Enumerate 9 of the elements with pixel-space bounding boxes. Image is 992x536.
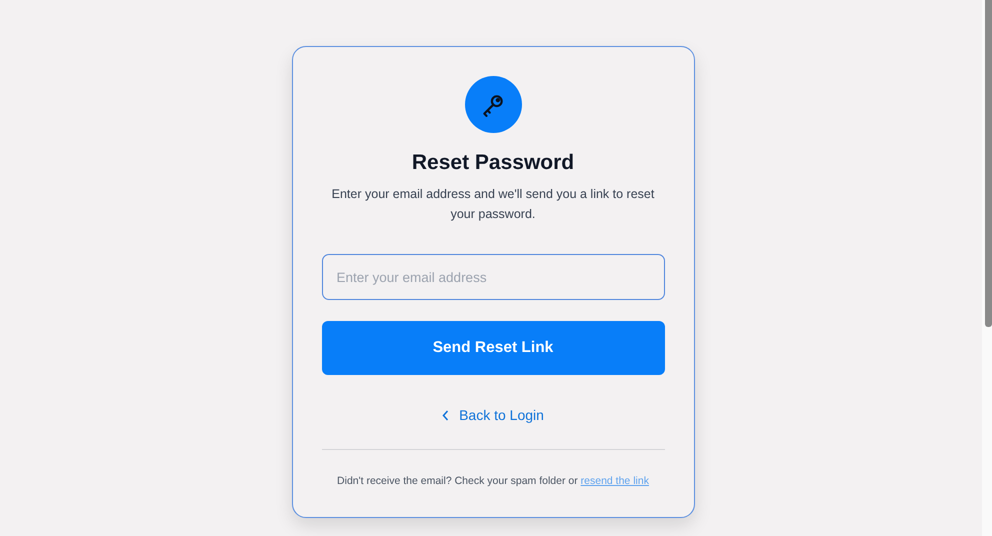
resend-link[interactable]: resend the link [580,475,649,487]
back-to-login-link[interactable]: Back to Login [442,405,544,425]
send-reset-link-button[interactable]: Send Reset Link [322,321,664,375]
instructions-text: Enter your email address and we'll send you a link to reset your password. [330,186,656,223]
email-field[interactable]: Enter your email address [322,254,664,300]
page-title: Reset Password [412,150,574,176]
scrollbar-thumb[interactable] [985,0,992,327]
footer-text: Didn't receive the email? Check your spam folder or resend the link [337,474,649,488]
chevron-left-icon [442,410,450,420]
